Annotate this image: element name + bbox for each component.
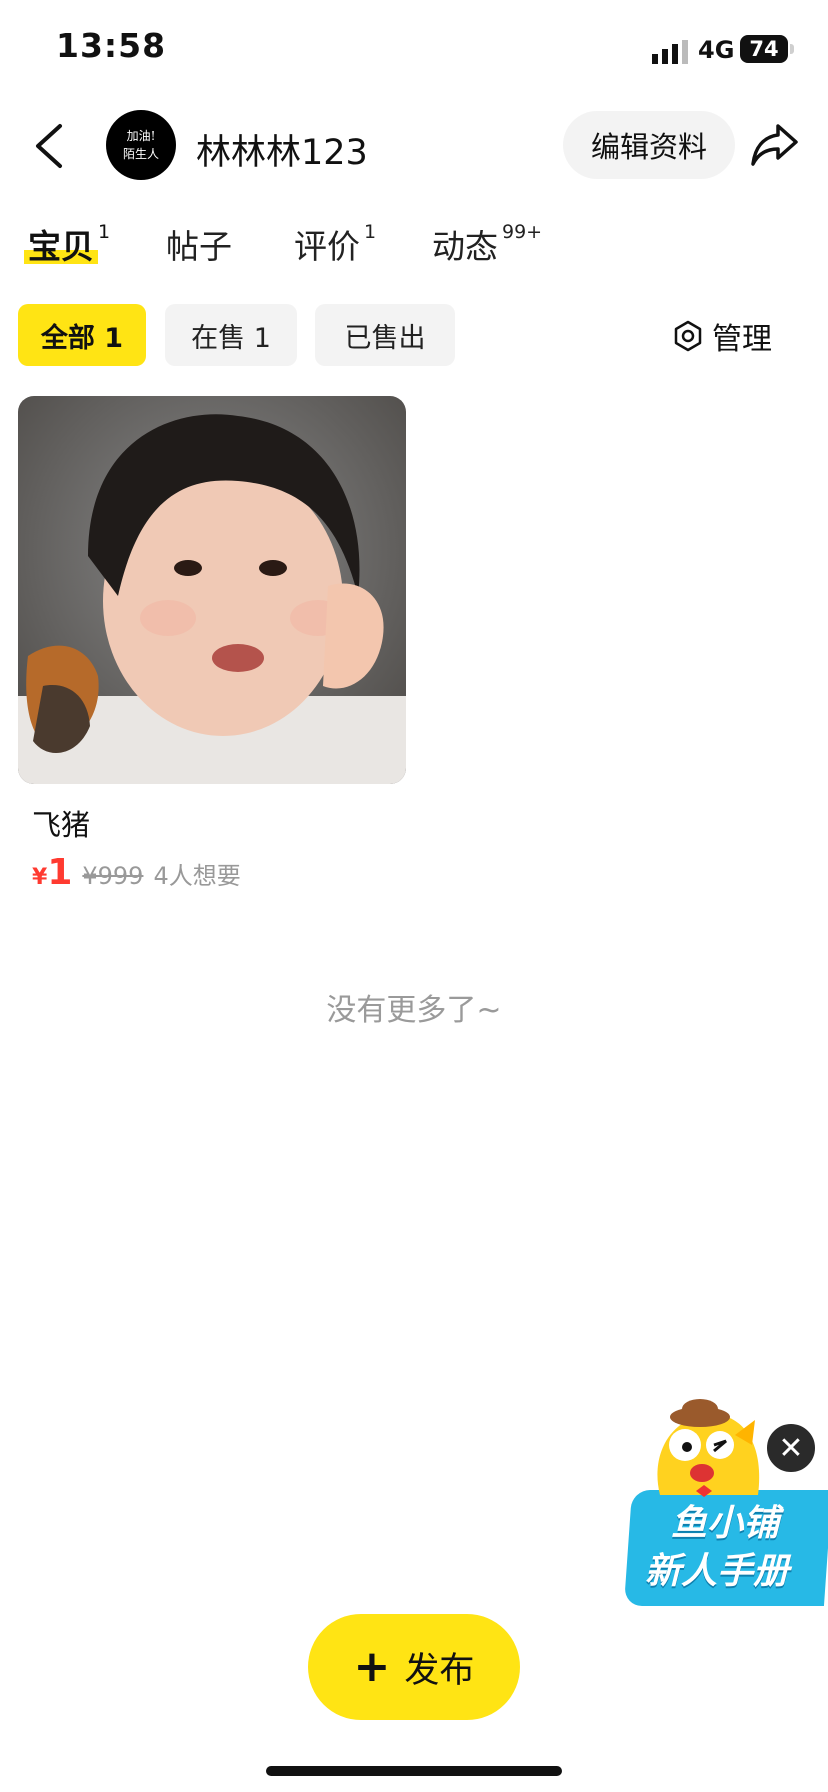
- avatar-text-line1: 加油!: [126, 129, 156, 143]
- publish-button[interactable]: + 发布: [308, 1614, 520, 1720]
- tab-badge: 1: [98, 221, 111, 243]
- promo-line2: 新人手册: [645, 1551, 790, 1592]
- promo-text[interactable]: 鱼小铺 新人手册: [645, 1500, 789, 1596]
- filter-all[interactable]: 全部 1: [18, 304, 146, 366]
- filter-on-sale[interactable]: 在售 1: [165, 304, 297, 366]
- promo-line1: 鱼小铺: [671, 1503, 780, 1544]
- filter-sold[interactable]: 已售出: [315, 304, 455, 366]
- tab-items[interactable]: 宝贝 1: [28, 220, 110, 268]
- plus-icon: +: [353, 1641, 391, 1692]
- price-value: 1: [47, 852, 73, 893]
- home-indicator: [266, 1766, 562, 1776]
- price-currency: ¥: [32, 865, 48, 890]
- original-price: ¥999: [82, 862, 144, 890]
- tab-activity[interactable]: 动态 99+: [432, 220, 542, 268]
- manage-button[interactable]: 管理: [672, 314, 772, 358]
- child-photo: [18, 396, 406, 784]
- tab-label: 帖子: [166, 227, 232, 266]
- fish-mascot-icon: [657, 1399, 760, 1497]
- status-time: 13:58: [56, 26, 167, 65]
- username: 林林林123: [196, 133, 368, 173]
- tab-badge: 99+: [502, 221, 543, 243]
- avatar[interactable]: 加油! 陌生人: [106, 110, 176, 180]
- tab-label: 动态: [432, 227, 498, 266]
- publish-label: 发布: [404, 1650, 475, 1691]
- battery-cap: [790, 44, 794, 54]
- back-icon[interactable]: [32, 122, 66, 170]
- avatar-text-line2: 陌生人: [122, 147, 159, 161]
- tab-reviews[interactable]: 评价 1: [294, 220, 376, 268]
- share-icon[interactable]: [750, 122, 800, 168]
- tab-label: 评价: [294, 227, 360, 266]
- tab-posts[interactable]: 帖子: [166, 220, 236, 268]
- want-count: 4人想要: [153, 862, 241, 890]
- product-image[interactable]: [18, 396, 406, 784]
- edit-profile-button[interactable]: 编辑资料: [563, 111, 735, 179]
- network-type: 4G: [698, 36, 735, 64]
- product-price-row: ¥ 1 ¥999 4人想要: [32, 852, 241, 893]
- manage-label: 管理: [712, 322, 772, 357]
- battery-icon: 74: [740, 35, 788, 63]
- close-icon[interactable]: ✕: [765, 1422, 817, 1474]
- no-more-text: 没有更多了~: [326, 993, 502, 1028]
- tab-label: 宝贝: [28, 227, 94, 266]
- signal-icon: [652, 40, 688, 64]
- product-title[interactable]: 飞猪: [32, 802, 90, 844]
- tab-badge: 1: [364, 221, 377, 243]
- settings-icon: [674, 320, 702, 352]
